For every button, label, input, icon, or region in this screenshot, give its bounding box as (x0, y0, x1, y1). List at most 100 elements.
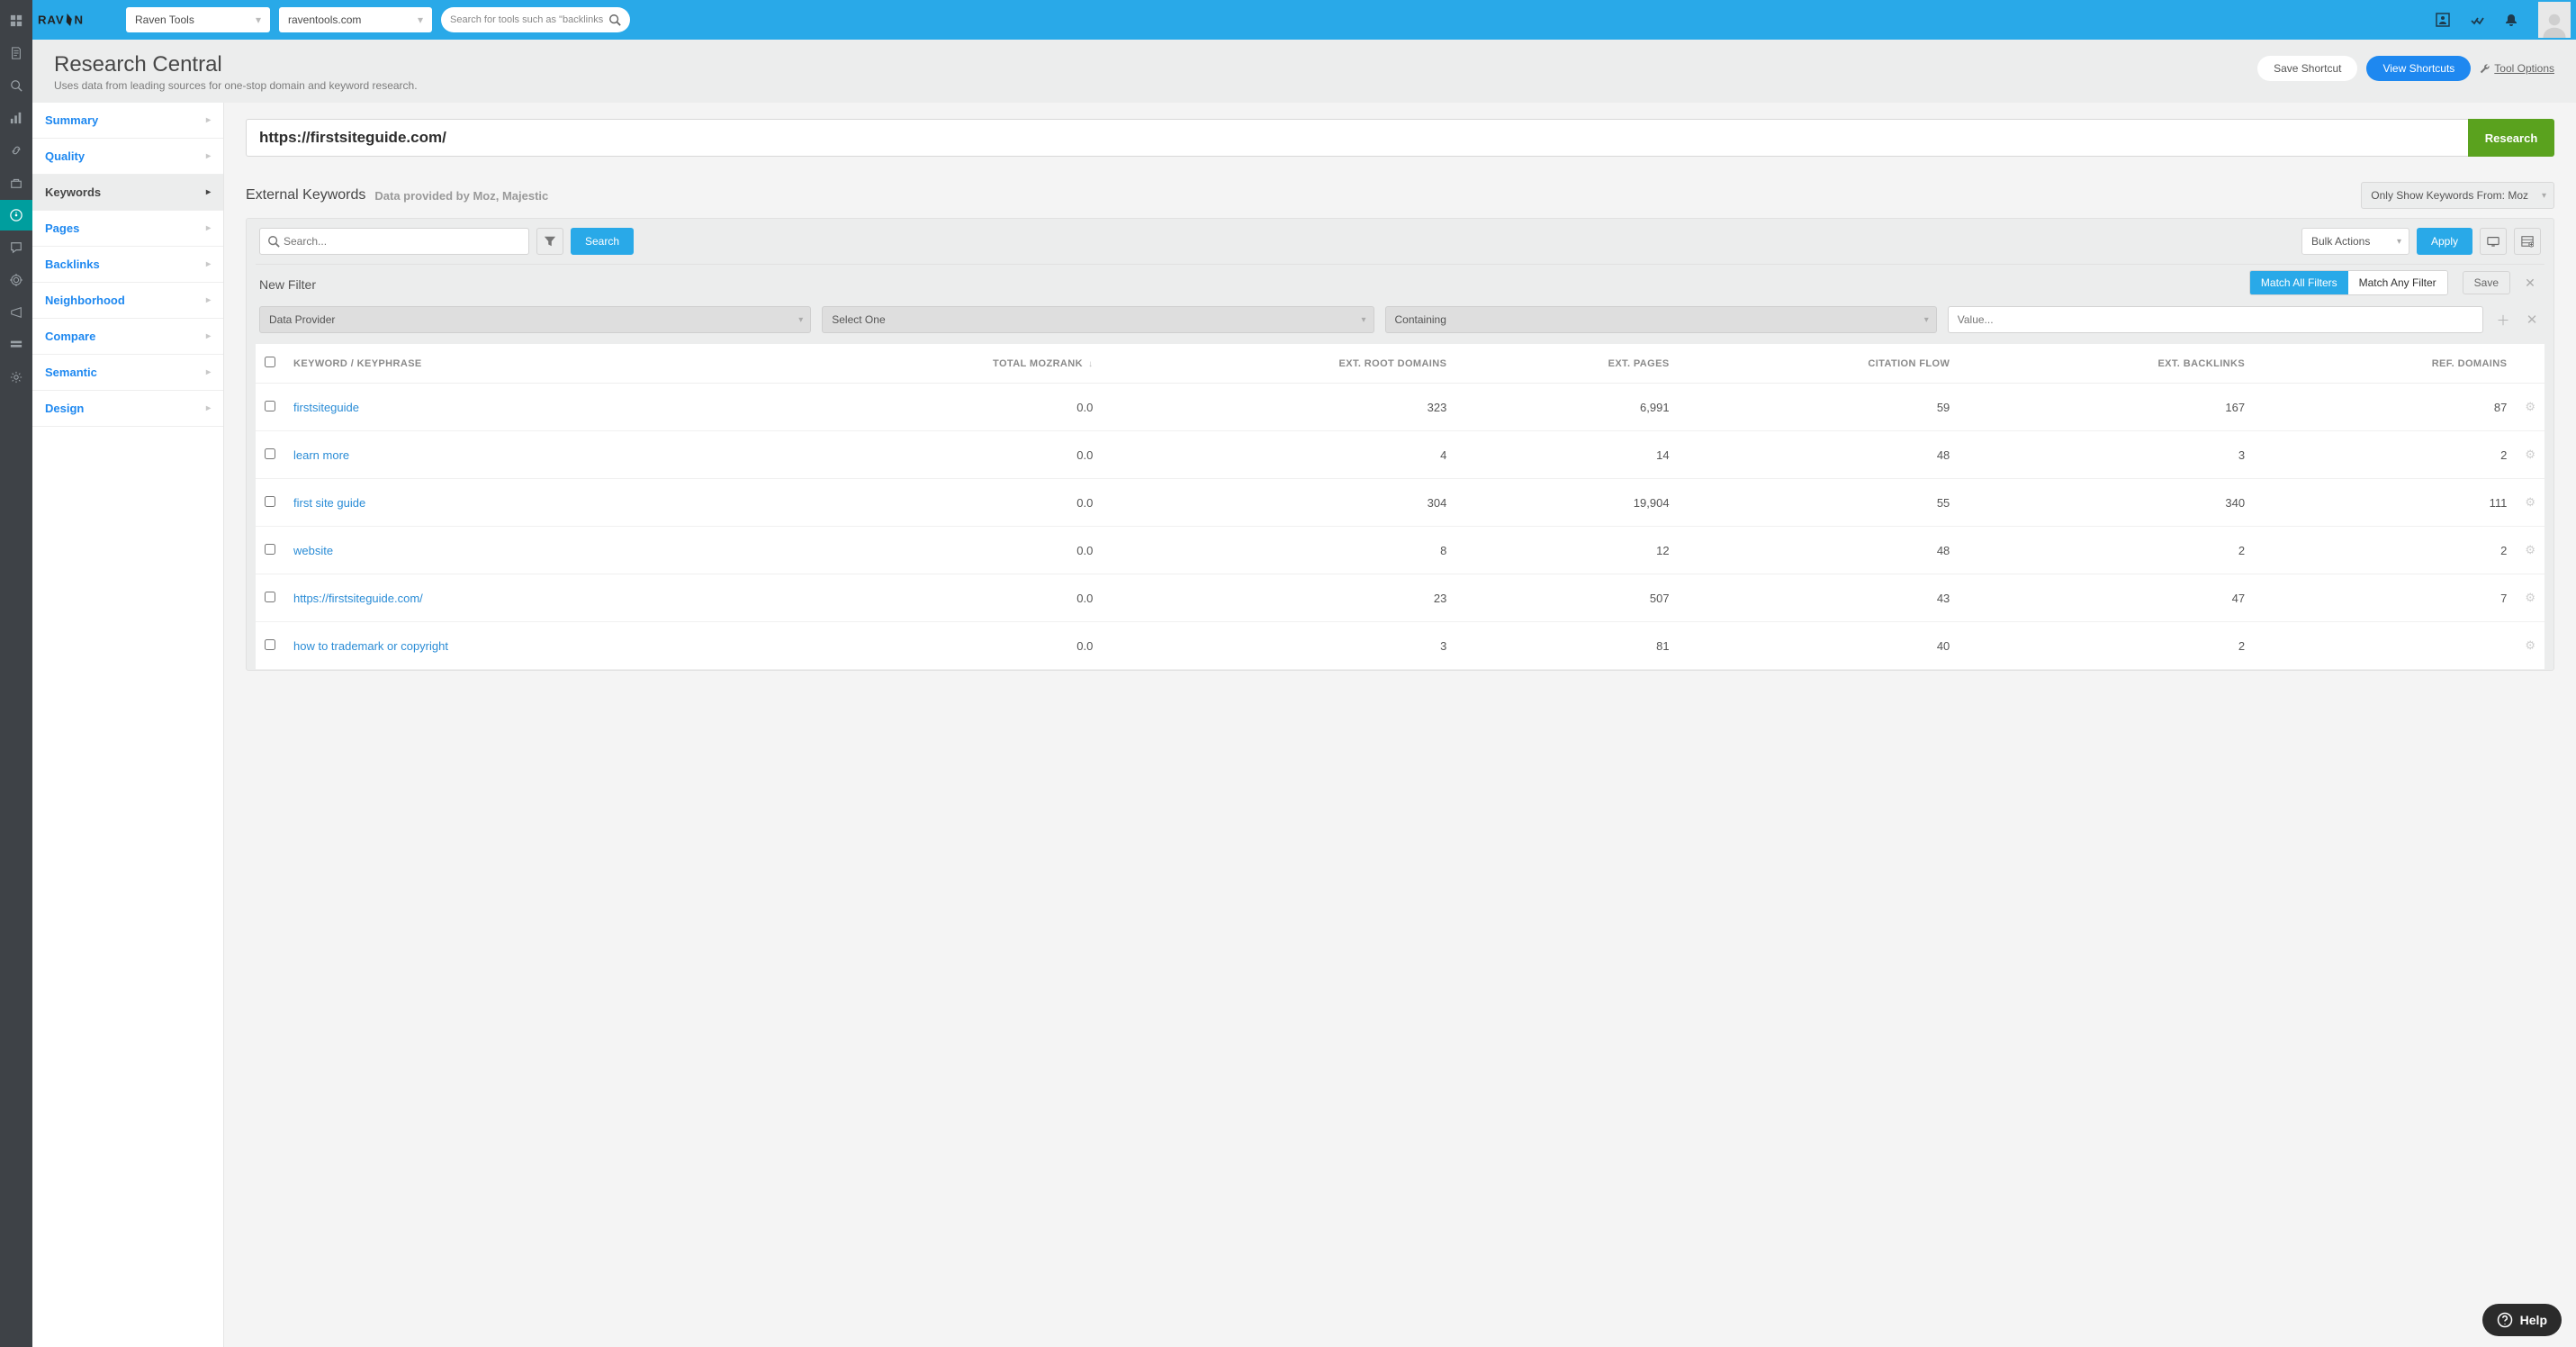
bulk-actions-value: Bulk Actions (2311, 235, 2370, 248)
sidebar-item-backlinks[interactable]: Backlinks▸ (32, 247, 223, 283)
table-row: website0.08124822⚙ (256, 527, 2544, 574)
add-filter-icon[interactable]: ＋ (2494, 311, 2512, 330)
sidebar-item-label: Semantic (45, 366, 97, 379)
select-all-checkbox[interactable] (265, 357, 275, 367)
nav-reports[interactable] (0, 38, 32, 68)
account-selector[interactable]: Raven Tools ▾ (126, 7, 270, 32)
nav-social[interactable] (0, 232, 32, 263)
cell-mozrank: 0.0 (770, 527, 1102, 574)
global-search-input[interactable] (450, 14, 603, 25)
filter-operator-select[interactable]: Containing (1385, 306, 1937, 333)
columns-settings-button[interactable] (2514, 228, 2541, 255)
sidebar-item-design[interactable]: Design▸ (32, 391, 223, 427)
sidebar-item-compare[interactable]: Compare▸ (32, 319, 223, 355)
col-citation[interactable]: CITATION FLOW (1679, 344, 1959, 384)
sidebar-item-neighborhood[interactable]: Neighborhood▸ (32, 283, 223, 319)
filter-toggle-button[interactable] (536, 228, 563, 255)
display-settings-button[interactable] (2480, 228, 2507, 255)
row-gear-icon[interactable]: ⚙ (2516, 574, 2544, 622)
apply-bulk-button[interactable]: Apply (2417, 228, 2472, 255)
sidebar-item-keywords[interactable]: Keywords▸ (32, 175, 223, 211)
sidebar-item-semantic[interactable]: Semantic▸ (32, 355, 223, 391)
row-checkbox[interactable] (265, 544, 275, 555)
keyword-link[interactable]: learn more (293, 448, 349, 462)
col-ext-root[interactable]: EXT. ROOT DOMAINS (1102, 344, 1455, 384)
chevron-right-icon: ▸ (206, 259, 211, 269)
save-shortcut-button[interactable]: Save Shortcut (2257, 56, 2357, 81)
nav-campaigns[interactable] (0, 297, 32, 328)
nav-competitors[interactable] (0, 167, 32, 198)
sidebar-item-summary[interactable]: Summary▸ (32, 103, 223, 139)
cell-citation: 55 (1679, 479, 1959, 527)
nav-target[interactable] (0, 265, 32, 295)
user-avatar[interactable] (2538, 2, 2571, 38)
cell-ext-pages: 14 (1455, 431, 1678, 479)
row-gear-icon[interactable]: ⚙ (2516, 384, 2544, 431)
nav-links[interactable] (0, 135, 32, 166)
sidebar-item-quality[interactable]: Quality▸ (32, 139, 223, 175)
top-bell-icon[interactable] (2499, 7, 2524, 32)
top-tasks-icon[interactable] (2464, 7, 2490, 32)
nav-content[interactable] (0, 330, 32, 360)
svg-text:RAV: RAV (38, 13, 65, 26)
filter-save-button[interactable]: Save (2463, 271, 2510, 294)
remove-filter-icon[interactable]: ✕ (2523, 312, 2541, 328)
match-all-tab[interactable]: Match All Filters (2250, 271, 2348, 294)
chevron-right-icon: ▸ (206, 295, 211, 305)
keyword-search-button[interactable]: Search (571, 228, 634, 255)
filter-field-select[interactable]: Select One (822, 306, 1374, 333)
col-ref-domains[interactable]: REF. DOMAINS (2254, 344, 2516, 384)
content-area: Summary▸Quality▸Keywords▸Pages▸Backlinks… (32, 103, 2576, 1347)
cell-citation: 43 (1679, 574, 1959, 622)
top-account-icon[interactable] (2430, 7, 2455, 32)
keyword-search-input[interactable] (284, 235, 521, 248)
row-checkbox[interactable] (265, 639, 275, 650)
match-any-tab[interactable]: Match Any Filter (2348, 271, 2447, 294)
cell-ext-root: 23 (1102, 574, 1455, 622)
filter-field-value: Select One (832, 313, 885, 326)
bulk-actions-select[interactable]: Bulk Actions (2301, 228, 2409, 255)
raven-logo: RAV N (38, 10, 117, 30)
research-url-input[interactable] (246, 119, 2468, 157)
nav-dashboard[interactable] (0, 5, 32, 36)
row-checkbox[interactable] (265, 448, 275, 459)
filter-value-input[interactable] (1948, 306, 2483, 333)
row-checkbox[interactable] (265, 592, 275, 602)
site-selector[interactable]: raventools.com ▾ (279, 7, 432, 32)
chevron-down-icon: ▾ (256, 14, 261, 26)
research-button[interactable]: Research (2468, 119, 2554, 157)
cell-citation: 59 (1679, 384, 1959, 431)
tool-options-link[interactable]: Tool Options (2480, 62, 2554, 75)
keyword-link[interactable]: how to trademark or copyright (293, 639, 448, 653)
close-filter-icon[interactable]: ✕ (2519, 276, 2541, 291)
left-nav-rail (0, 0, 32, 1347)
keyword-link[interactable]: https://firstsiteguide.com/ (293, 592, 423, 605)
row-gear-icon[interactable]: ⚙ (2516, 479, 2544, 527)
row-gear-icon[interactable]: ⚙ (2516, 527, 2544, 574)
cell-ext-root: 304 (1102, 479, 1455, 527)
nav-search[interactable] (0, 70, 32, 101)
view-shortcuts-button[interactable]: View Shortcuts (2366, 56, 2471, 81)
source-filter-select[interactable]: Only Show Keywords From: Moz (2361, 182, 2554, 209)
tool-options-label: Tool Options (2494, 62, 2554, 75)
row-checkbox[interactable] (265, 496, 275, 507)
row-gear-icon[interactable]: ⚙ (2516, 431, 2544, 479)
nav-settings[interactable] (0, 362, 32, 393)
col-keyword[interactable]: KEYWORD / KEYPHRASE (284, 344, 770, 384)
col-ext-backlinks[interactable]: EXT. BACKLINKS (1959, 344, 2254, 384)
nav-research[interactable] (0, 200, 32, 231)
sidebar-item-pages[interactable]: Pages▸ (32, 211, 223, 247)
row-gear-icon[interactable]: ⚙ (2516, 622, 2544, 670)
nav-rankings[interactable] (0, 103, 32, 133)
keyword-link[interactable]: website (293, 544, 333, 557)
col-ext-pages[interactable]: EXT. PAGES (1455, 344, 1678, 384)
global-search[interactable] (441, 7, 630, 32)
keyword-link[interactable]: first site guide (293, 496, 365, 510)
row-checkbox[interactable] (265, 401, 275, 411)
keyword-link[interactable]: firstsiteguide (293, 401, 359, 414)
filter-provider-select[interactable]: Data Provider (259, 306, 811, 333)
table-row: https://firstsiteguide.com/0.02350743477… (256, 574, 2544, 622)
col-mozrank[interactable]: TOTAL MOZRANK↓ (770, 344, 1102, 384)
help-button[interactable]: Help (2482, 1304, 2562, 1336)
svg-text:N: N (74, 13, 83, 26)
